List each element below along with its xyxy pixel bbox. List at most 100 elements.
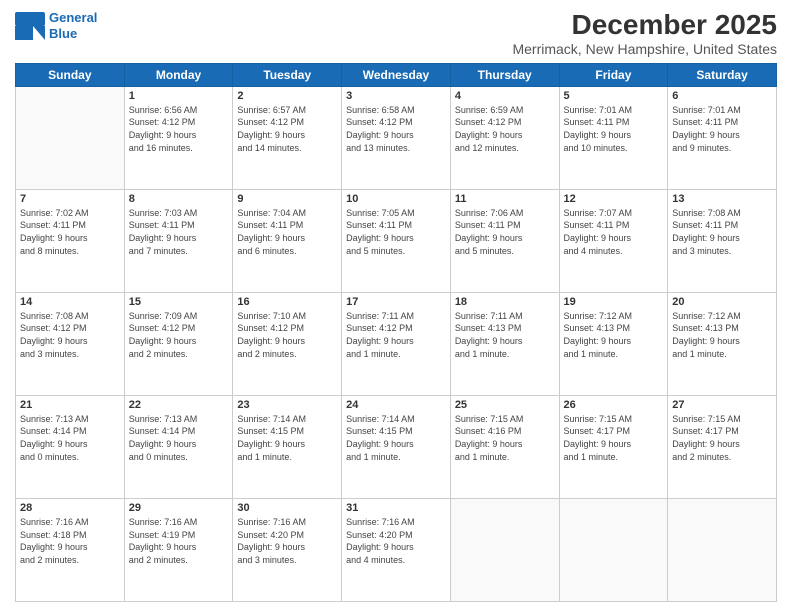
day-info: Sunrise: 7:10 AM Sunset: 4:12 PM Dayligh… — [237, 310, 337, 360]
page: General Blue December 2025 Merrimack, Ne… — [0, 0, 792, 612]
day-number: 16 — [237, 296, 337, 308]
day-info: Sunrise: 7:08 AM Sunset: 4:11 PM Dayligh… — [672, 207, 772, 257]
day-number: 8 — [129, 193, 229, 205]
calendar-cell: 19 Sunrise: 7:12 AM Sunset: 4:13 PM Dayli… — [559, 292, 668, 395]
calendar-cell: 11 Sunrise: 7:06 AM Sunset: 4:11 PM Dayli… — [450, 189, 559, 292]
day-info: Sunrise: 7:08 AM Sunset: 4:12 PM Dayligh… — [20, 310, 120, 360]
day-number: 22 — [129, 399, 229, 411]
day-number: 10 — [346, 193, 446, 205]
day-info: Sunrise: 7:12 AM Sunset: 4:13 PM Dayligh… — [672, 310, 772, 360]
day-info: Sunrise: 7:06 AM Sunset: 4:11 PM Dayligh… — [455, 207, 555, 257]
day-info: Sunrise: 7:15 AM Sunset: 4:17 PM Dayligh… — [564, 413, 664, 463]
calendar-cell: 15 Sunrise: 7:09 AM Sunset: 4:12 PM Dayli… — [124, 292, 233, 395]
day-number: 1 — [129, 90, 229, 102]
logo-text: General Blue — [49, 10, 97, 41]
calendar-cell: 8Sunrise: 7:03 AM Sunset: 4:11 PM Daylig… — [124, 189, 233, 292]
day-number: 31 — [346, 502, 446, 514]
day-number: 23 — [237, 399, 337, 411]
weekday-header: Thursday — [450, 63, 559, 86]
header: General Blue December 2025 Merrimack, Ne… — [15, 10, 777, 57]
day-info: Sunrise: 7:13 AM Sunset: 4:14 PM Dayligh… — [129, 413, 229, 463]
calendar-cell: 27 Sunrise: 7:15 AM Sunset: 4:17 PM Dayli… — [668, 395, 777, 498]
calendar-cell: 5Sunrise: 7:01 AM Sunset: 4:11 PM Daylig… — [559, 86, 668, 189]
day-number: 21 — [20, 399, 120, 411]
day-info: Sunrise: 7:16 AM Sunset: 4:20 PM Dayligh… — [237, 516, 337, 566]
day-number: 13 — [672, 193, 772, 205]
calendar-cell: 14 Sunrise: 7:08 AM Sunset: 4:12 PM Dayli… — [16, 292, 125, 395]
weekday-header: Saturday — [668, 63, 777, 86]
weekday-header: Wednesday — [342, 63, 451, 86]
calendar-week-row: 28Sunrise: 7:16 AM Sunset: 4:18 PM Dayli… — [16, 498, 777, 601]
weekday-header: Tuesday — [233, 63, 342, 86]
calendar-week-row: 14 Sunrise: 7:08 AM Sunset: 4:12 PM Dayli… — [16, 292, 777, 395]
day-info: Sunrise: 7:11 AM Sunset: 4:12 PM Dayligh… — [346, 310, 446, 360]
calendar-cell: 12 Sunrise: 7:07 AM Sunset: 4:11 PM Dayli… — [559, 189, 668, 292]
calendar-week-row: 1 Sunrise: 6:56 AM Sunset: 4:12 PM Daylig… — [16, 86, 777, 189]
calendar-cell: 29Sunrise: 7:16 AM Sunset: 4:19 PM Dayli… — [124, 498, 233, 601]
calendar-cell: 30 Sunrise: 7:16 AM Sunset: 4:20 PM Dayli… — [233, 498, 342, 601]
day-number: 27 — [672, 399, 772, 411]
day-number: 14 — [20, 296, 120, 308]
day-number: 4 — [455, 90, 555, 102]
day-number: 25 — [455, 399, 555, 411]
calendar-cell: 20 Sunrise: 7:12 AM Sunset: 4:13 PM Dayli… — [668, 292, 777, 395]
day-info: Sunrise: 7:09 AM Sunset: 4:12 PM Dayligh… — [129, 310, 229, 360]
day-number: 11 — [455, 193, 555, 205]
calendar-week-row: 21 Sunrise: 7:13 AM Sunset: 4:14 PM Dayli… — [16, 395, 777, 498]
day-number: 15 — [129, 296, 229, 308]
logo: General Blue — [15, 10, 97, 41]
calendar-table: SundayMondayTuesdayWednesdayThursdayFrid… — [15, 63, 777, 602]
calendar-cell: 6Sunrise: 7:01 AM Sunset: 4:11 PM Daylig… — [668, 86, 777, 189]
day-number: 12 — [564, 193, 664, 205]
day-number: 28 — [20, 502, 120, 514]
day-number: 17 — [346, 296, 446, 308]
calendar-cell: 13 Sunrise: 7:08 AM Sunset: 4:11 PM Dayli… — [668, 189, 777, 292]
location-title: Merrimack, New Hampshire, United States — [512, 41, 777, 57]
calendar-cell: 26 Sunrise: 7:15 AM Sunset: 4:17 PM Dayli… — [559, 395, 668, 498]
logo-icon — [15, 12, 45, 40]
day-info: Sunrise: 6:59 AM Sunset: 4:12 PM Dayligh… — [455, 104, 555, 154]
calendar-header-row: SundayMondayTuesdayWednesdayThursdayFrid… — [16, 63, 777, 86]
calendar-cell: 24Sunrise: 7:14 AM Sunset: 4:15 PM Dayli… — [342, 395, 451, 498]
day-info: Sunrise: 7:05 AM Sunset: 4:11 PM Dayligh… — [346, 207, 446, 257]
day-info: Sunrise: 6:58 AM Sunset: 4:12 PM Dayligh… — [346, 104, 446, 154]
day-info: Sunrise: 7:01 AM Sunset: 4:11 PM Dayligh… — [564, 104, 664, 154]
calendar-cell — [16, 86, 125, 189]
day-info: Sunrise: 7:07 AM Sunset: 4:11 PM Dayligh… — [564, 207, 664, 257]
day-info: Sunrise: 7:02 AM Sunset: 4:11 PM Dayligh… — [20, 207, 120, 257]
calendar-cell: 17 Sunrise: 7:11 AM Sunset: 4:12 PM Dayli… — [342, 292, 451, 395]
calendar-cell: 25 Sunrise: 7:15 AM Sunset: 4:16 PM Dayli… — [450, 395, 559, 498]
day-info: Sunrise: 6:57 AM Sunset: 4:12 PM Dayligh… — [237, 104, 337, 154]
calendar-cell: 2 Sunrise: 6:57 AM Sunset: 4:12 PM Daylig… — [233, 86, 342, 189]
day-info: Sunrise: 7:12 AM Sunset: 4:13 PM Dayligh… — [564, 310, 664, 360]
day-number: 26 — [564, 399, 664, 411]
day-info: Sunrise: 6:56 AM Sunset: 4:12 PM Dayligh… — [129, 104, 229, 154]
day-info: Sunrise: 7:16 AM Sunset: 4:19 PM Dayligh… — [129, 516, 229, 566]
day-info: Sunrise: 7:11 AM Sunset: 4:13 PM Dayligh… — [455, 310, 555, 360]
calendar-cell: 1 Sunrise: 6:56 AM Sunset: 4:12 PM Daylig… — [124, 86, 233, 189]
weekday-header: Monday — [124, 63, 233, 86]
calendar-cell: 9 Sunrise: 7:04 AM Sunset: 4:11 PM Daylig… — [233, 189, 342, 292]
calendar-cell: 23Sunrise: 7:14 AM Sunset: 4:15 PM Dayli… — [233, 395, 342, 498]
day-info: Sunrise: 7:04 AM Sunset: 4:11 PM Dayligh… — [237, 207, 337, 257]
calendar-cell: 10 Sunrise: 7:05 AM Sunset: 4:11 PM Dayli… — [342, 189, 451, 292]
calendar-cell — [559, 498, 668, 601]
day-number: 30 — [237, 502, 337, 514]
title-section: December 2025 Merrimack, New Hampshire, … — [512, 10, 777, 57]
calendar-cell: 21 Sunrise: 7:13 AM Sunset: 4:14 PM Dayli… — [16, 395, 125, 498]
day-number: 9 — [237, 193, 337, 205]
day-number: 2 — [237, 90, 337, 102]
day-number: 20 — [672, 296, 772, 308]
day-info: Sunrise: 7:15 AM Sunset: 4:16 PM Dayligh… — [455, 413, 555, 463]
weekday-header: Friday — [559, 63, 668, 86]
calendar-cell: 3Sunrise: 6:58 AM Sunset: 4:12 PM Daylig… — [342, 86, 451, 189]
calendar-cell: 28Sunrise: 7:16 AM Sunset: 4:18 PM Dayli… — [16, 498, 125, 601]
day-info: Sunrise: 7:15 AM Sunset: 4:17 PM Dayligh… — [672, 413, 772, 463]
weekday-header: Sunday — [16, 63, 125, 86]
day-info: Sunrise: 7:13 AM Sunset: 4:14 PM Dayligh… — [20, 413, 120, 463]
day-info: Sunrise: 7:01 AM Sunset: 4:11 PM Dayligh… — [672, 104, 772, 154]
day-number: 19 — [564, 296, 664, 308]
calendar-cell: 22 Sunrise: 7:13 AM Sunset: 4:14 PM Dayli… — [124, 395, 233, 498]
day-number: 18 — [455, 296, 555, 308]
day-info: Sunrise: 7:16 AM Sunset: 4:20 PM Dayligh… — [346, 516, 446, 566]
